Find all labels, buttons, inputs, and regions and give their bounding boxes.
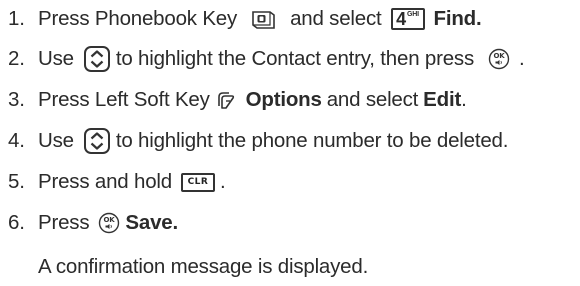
phonebook-key-icon (252, 10, 275, 29)
step-text: Press Left Soft Key Options and select E… (38, 88, 467, 112)
left-soft-key-icon (217, 92, 234, 109)
confirmation-note: A confirmation message is displayed. (38, 255, 369, 278)
step-text-part: to highlight the Contact entry, then pre… (115, 47, 475, 70)
step-text-part: to highlight the phone number to be dele… (115, 129, 509, 152)
step-number: 5. (8, 170, 25, 193)
command-options: Options (245, 88, 322, 111)
svg-text:OK: OK (104, 216, 116, 224)
step-number: 4. (8, 129, 25, 152)
step-text-part: Use (38, 129, 74, 152)
step-text-part: Press Left Soft Key (38, 88, 210, 111)
step-text-part: . (475, 7, 482, 30)
step-text-part: and select (290, 7, 382, 30)
navigation-key-icon (83, 46, 110, 72)
step-text-part: . (519, 47, 525, 70)
command-edit: Edit (423, 88, 462, 111)
ok-key-icon: OK (488, 48, 510, 70)
step-number: 1. (8, 7, 25, 30)
command-find: Find (433, 7, 477, 30)
step-number: 2. (8, 47, 25, 70)
command-save: Save (125, 211, 173, 234)
ok-key-icon: OK (99, 212, 120, 234)
step-text-part: Press (38, 211, 90, 234)
step-text: Press Phonebook Key and select 4 GHI Find… (38, 7, 482, 31)
step-text-part: Use (38, 47, 74, 70)
step-text-part: . (219, 170, 226, 193)
step-text: Use to highlight the phone number to be … (38, 127, 508, 155)
step-text: Press OK Save. (38, 211, 178, 235)
step-text-part: and select (326, 88, 419, 111)
step-number: 3. (8, 88, 25, 111)
key-digit: 4 (396, 9, 406, 29)
step-text: Press and hold CLR . (38, 170, 226, 194)
step-text-part: Press and hold (38, 170, 172, 193)
navigation-key-icon (83, 128, 110, 154)
step-text-part: Press Phonebook Key (38, 7, 238, 30)
svg-text:OK: OK (494, 52, 506, 60)
step-text-part: . (461, 88, 467, 111)
key-4-ghi-icon: 4 GHI (390, 8, 425, 30)
step-number: 6. (8, 211, 25, 234)
clr-key-icon: CLR (180, 172, 215, 192)
step-text-part: . (172, 211, 178, 234)
key-letters: GHI (406, 11, 419, 18)
step-text: Use to highlight the Contact entry, then… (38, 45, 525, 73)
